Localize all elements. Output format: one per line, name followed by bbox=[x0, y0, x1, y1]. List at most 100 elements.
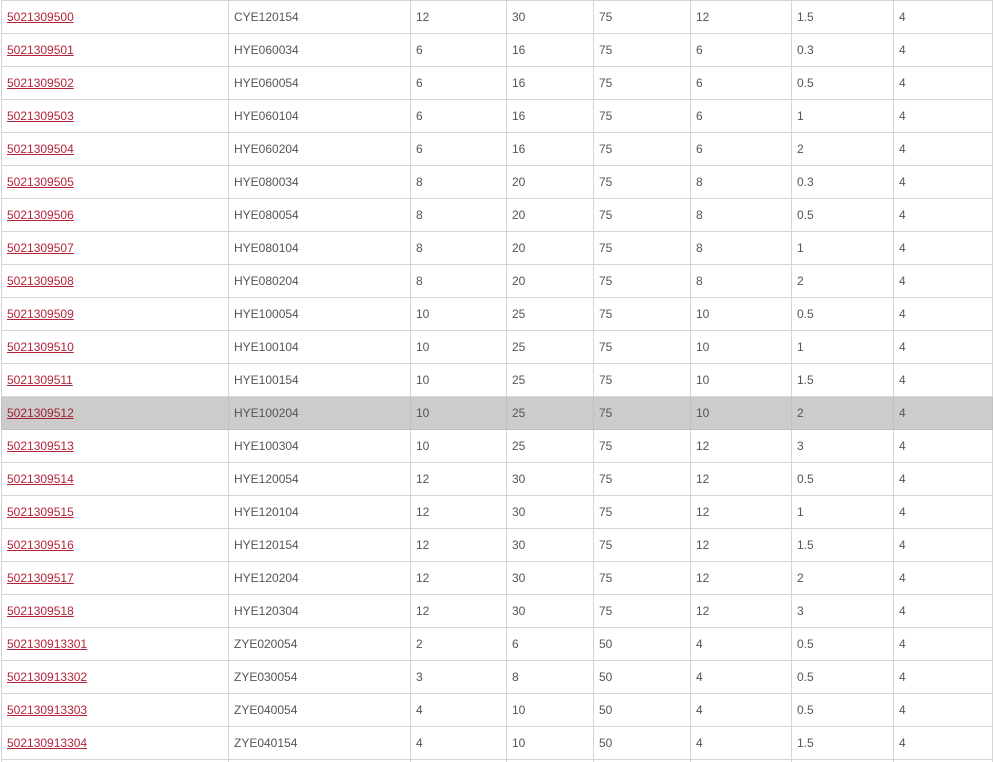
part-number-link[interactable]: 5021309511 bbox=[7, 373, 73, 387]
part-number-link[interactable]: 5021309504 bbox=[7, 142, 74, 156]
cell-col-4: 25 bbox=[506, 429, 594, 463]
cell-col-4: 16 bbox=[506, 66, 594, 100]
cell-value: 12 bbox=[416, 604, 430, 618]
cell-col-5: 75 bbox=[593, 198, 691, 232]
table-row: 5021309508 HYE080204 8 20 75 8 2 4 bbox=[1, 264, 993, 298]
cell-value: 4 bbox=[696, 670, 703, 684]
cell-part-number: 5021309514 bbox=[1, 462, 229, 496]
part-number-link[interactable]: 5021309501 bbox=[7, 43, 74, 57]
part-number-link[interactable]: 5021309513 bbox=[7, 439, 74, 453]
cell-part-number: 5021309517 bbox=[1, 561, 229, 595]
cell-col-8: 4 bbox=[893, 231, 993, 265]
cell-value: 6 bbox=[696, 76, 703, 90]
part-number-link[interactable]: 502130913304 bbox=[7, 736, 87, 750]
part-number-link[interactable]: 5021309507 bbox=[7, 241, 74, 255]
part-number-link[interactable]: 5021309518 bbox=[7, 604, 74, 618]
cell-value: 10 bbox=[696, 340, 710, 354]
part-number-link[interactable]: 502130913301 bbox=[7, 637, 87, 651]
part-number-link[interactable]: 5021309517 bbox=[7, 571, 74, 585]
cell-col-8: 4 bbox=[893, 429, 993, 463]
cell-col-8: 4 bbox=[893, 66, 993, 100]
table-row: 502130913301 ZYE020054 2 6 50 4 0.5 4 bbox=[1, 627, 993, 661]
part-number-link[interactable]: 5021309514 bbox=[7, 472, 74, 486]
part-number-link[interactable]: 5021309503 bbox=[7, 109, 74, 123]
cell-value: 4 bbox=[416, 736, 423, 750]
part-number-link[interactable]: 502130913303 bbox=[7, 703, 87, 717]
part-number-link[interactable]: 5021309500 bbox=[7, 10, 74, 24]
part-number-link[interactable]: 5021309508 bbox=[7, 274, 74, 288]
cell-value: HYE060034 bbox=[234, 43, 299, 57]
cell-value: 75 bbox=[599, 571, 613, 585]
cell-value: 12 bbox=[696, 604, 710, 618]
cell-col-5: 75 bbox=[593, 363, 691, 397]
part-number-link[interactable]: 502130913302 bbox=[7, 670, 87, 684]
cell-value: 4 bbox=[899, 571, 906, 585]
cell-value: 4 bbox=[899, 406, 906, 420]
cell-value: ZYE030054 bbox=[234, 670, 298, 684]
cell-value: 75 bbox=[599, 340, 613, 354]
cell-value: HYE100154 bbox=[234, 373, 299, 387]
cell-part-number: 5021309512 bbox=[1, 396, 229, 430]
cell-value: 30 bbox=[512, 505, 526, 519]
cell-col-5: 75 bbox=[593, 132, 691, 166]
part-number-link[interactable]: 5021309505 bbox=[7, 175, 74, 189]
cell-value: 75 bbox=[599, 241, 613, 255]
cell-value: 4 bbox=[899, 373, 906, 387]
cell-value: 0.5 bbox=[797, 307, 814, 321]
cell-model-code: HYE120154 bbox=[228, 528, 411, 562]
cell-col-6: 4 bbox=[690, 660, 792, 694]
cell-value: 6 bbox=[416, 142, 423, 156]
cell-col-4: 20 bbox=[506, 264, 594, 298]
part-number-link[interactable]: 5021309510 bbox=[7, 340, 74, 354]
cell-value: 4 bbox=[899, 505, 906, 519]
cell-value: 30 bbox=[512, 604, 526, 618]
cell-col-3: 2 bbox=[410, 627, 507, 661]
cell-value: 75 bbox=[599, 274, 613, 288]
cell-col-6: 12 bbox=[690, 462, 792, 496]
cell-model-code: HYE100304 bbox=[228, 429, 411, 463]
table-row: 5021309517 HYE120204 12 30 75 12 2 4 bbox=[1, 561, 993, 595]
cell-col-3: 4 bbox=[410, 726, 507, 760]
cell-part-number: 5021309505 bbox=[1, 165, 229, 199]
cell-part-number: 5021309511 bbox=[1, 363, 229, 397]
cell-value: 12 bbox=[696, 10, 710, 24]
part-number-link[interactable]: 5021309506 bbox=[7, 208, 74, 222]
cell-value: 8 bbox=[416, 241, 423, 255]
cell-value: 12 bbox=[416, 538, 430, 552]
cell-col-4: 6 bbox=[506, 627, 594, 661]
part-number-link[interactable]: 5021309502 bbox=[7, 76, 74, 90]
cell-col-4: 20 bbox=[506, 231, 594, 265]
cell-value: 10 bbox=[416, 373, 430, 387]
cell-model-code: HYE100204 bbox=[228, 396, 411, 430]
table-row: 5021309518 HYE120304 12 30 75 12 3 4 bbox=[1, 594, 993, 628]
cell-value: HYE080034 bbox=[234, 175, 299, 189]
product-table-viewport[interactable]: 5021309500 CYE120154 12 30 75 12 1.5 4 502130950… bbox=[0, 0, 993, 762]
cell-col-6: 8 bbox=[690, 231, 792, 265]
cell-value: 8 bbox=[416, 175, 423, 189]
cell-col-3: 8 bbox=[410, 198, 507, 232]
table-row: 5021309505 HYE080034 8 20 75 8 0.3 4 bbox=[1, 165, 993, 199]
part-number-link[interactable]: 5021309516 bbox=[7, 538, 74, 552]
cell-value: 75 bbox=[599, 604, 613, 618]
table-row: 5021309514 HYE120054 12 30 75 12 0.5 4 bbox=[1, 462, 993, 496]
cell-col-4: 25 bbox=[506, 363, 594, 397]
cell-value: 2 bbox=[797, 142, 804, 156]
cell-value: HYE080104 bbox=[234, 241, 299, 255]
part-number-link[interactable]: 5021309515 bbox=[7, 505, 74, 519]
cell-model-code: HYE120304 bbox=[228, 594, 411, 628]
cell-part-number: 502130913304 bbox=[1, 726, 229, 760]
part-number-link[interactable]: 5021309512 bbox=[7, 406, 74, 420]
cell-col-8: 4 bbox=[893, 726, 993, 760]
cell-value: 12 bbox=[416, 10, 430, 24]
cell-value: 6 bbox=[696, 109, 703, 123]
cell-part-number: 5021309513 bbox=[1, 429, 229, 463]
part-number-link[interactable]: 5021309509 bbox=[7, 307, 74, 321]
cell-col-7: 2 bbox=[791, 132, 894, 166]
cell-col-8: 4 bbox=[893, 330, 993, 364]
cell-value: HYE100304 bbox=[234, 439, 299, 453]
table-row: 5021309510 HYE100104 10 25 75 10 1 4 bbox=[1, 330, 993, 364]
cell-col-8: 4 bbox=[893, 693, 993, 727]
cell-col-5: 50 bbox=[593, 627, 691, 661]
cell-col-5: 75 bbox=[593, 495, 691, 529]
cell-col-7: 1.5 bbox=[791, 0, 894, 34]
